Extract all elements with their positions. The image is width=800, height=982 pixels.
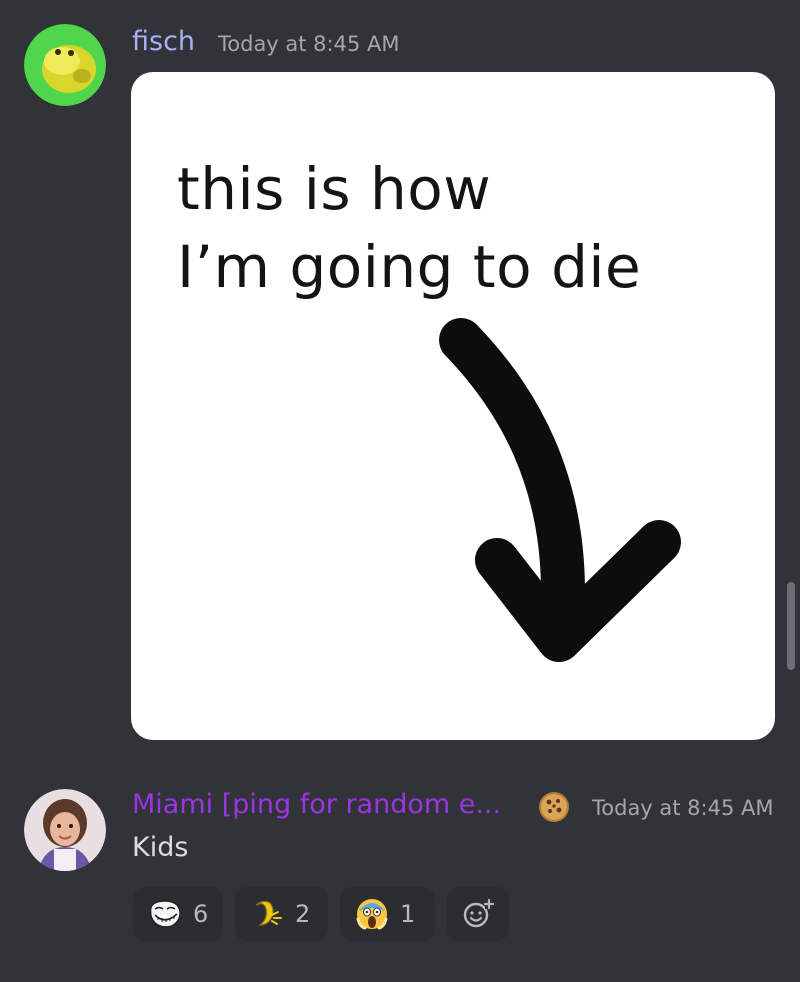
message-author[interactable]: Miami [ping for random e... — [132, 789, 501, 821]
reaction-count: 2 — [295, 900, 311, 928]
message-author[interactable]: fisch — [132, 26, 195, 58]
add-reaction-button[interactable] — [447, 887, 509, 941]
reaction-count: 1 — [400, 900, 416, 928]
screaming-face-icon — [354, 896, 390, 932]
arrow-down-right-icon — [439, 318, 681, 662]
message-timestamp: Today at 8:45 AM — [592, 796, 774, 820]
yellow-blob-avatar — [24, 24, 106, 106]
reaction-screaming-face[interactable]: 1 — [340, 887, 435, 941]
image-attachment[interactable]: this is how I’m going to die — [131, 72, 775, 740]
add-reaction-icon — [460, 896, 496, 932]
cookie-icon — [538, 791, 570, 823]
fisch-avatar[interactable] — [24, 24, 106, 106]
child-photo-avatar — [24, 789, 106, 871]
banana-icon — [249, 896, 285, 932]
reaction-count: 6 — [193, 900, 209, 928]
reactions-bar: 6 2 1 — [133, 887, 509, 941]
trollface-icon — [147, 896, 183, 932]
message-content: Kids — [132, 832, 189, 863]
chat-view: fisch Today at 8:45 AM this is how I’m g… — [0, 0, 800, 982]
message-timestamp: Today at 8:45 AM — [218, 32, 400, 56]
scrollbar-thumb[interactable] — [787, 582, 795, 670]
miami-avatar[interactable] — [24, 789, 106, 871]
reaction-trollface[interactable]: 6 — [133, 887, 223, 941]
reaction-banana[interactable]: 2 — [235, 887, 328, 941]
